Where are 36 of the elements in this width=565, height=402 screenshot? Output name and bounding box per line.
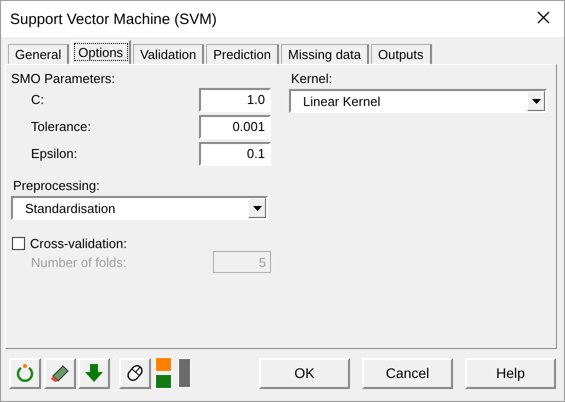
dropdown[interactable]: Linear Kernel [289,89,547,113]
field-label: Epsilon: [31,146,78,161]
color-swatch[interactable] [155,357,172,372]
down-arrow-icon [84,363,104,383]
dropdown-arrow-icon [252,206,262,210]
down-arrow-button[interactable] [78,358,110,388]
tab[interactable]: General [8,44,70,64]
mouse-button[interactable] [119,358,151,388]
tab[interactable]: Outputs [371,44,432,64]
refresh-button[interactable] [9,358,41,388]
checkbox[interactable] [12,237,25,250]
eraser-icon [49,363,71,383]
dialog-button[interactable]: Cancel [362,358,453,388]
input-field[interactable]: 1.0 [199,88,271,112]
close-icon[interactable] [537,10,550,24]
refresh-icon [15,363,35,383]
field-label: Preprocessing: [13,178,101,193]
input-field[interactable]: 0.1 [199,142,271,166]
tab[interactable]: Prediction [206,44,280,64]
tab[interactable]: Missing data [281,44,369,64]
field-label: C: [31,92,44,107]
input-field[interactable]: 0.001 [199,114,271,138]
eraser-button[interactable] [44,358,76,388]
field-label: Kernel: [291,71,334,86]
dropdown-arrow-icon [532,98,540,104]
color-swatch[interactable] [155,374,172,389]
tab[interactable]: Validation [133,44,204,64]
window-title: Support Vector Machine (SVM) [10,10,217,28]
tab[interactable]: Options [71,40,132,64]
checkbox-label: Cross-validation: [30,236,127,251]
section-label: SMO Parameters: [11,71,116,86]
dialog-button[interactable]: OK [259,358,350,388]
dropdown[interactable]: Standardisation [11,196,268,220]
field-label: Number of folds: [31,254,126,270]
field-label: Tolerance: [31,119,91,134]
dialog-button[interactable]: Help [465,358,556,388]
